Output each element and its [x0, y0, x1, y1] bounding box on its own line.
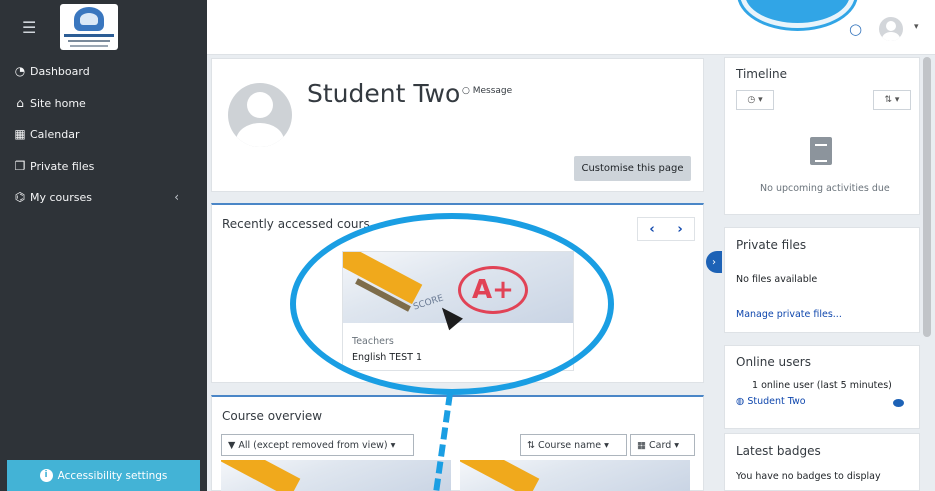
view-label: Card [649, 439, 672, 451]
block-title: Private files [736, 238, 807, 252]
sidebar-item-site-home[interactable]: ⌂ Site home [0, 88, 207, 118]
home-icon: ⌂ [16, 96, 24, 110]
empty-list-icon [810, 137, 832, 165]
block-title: Course overview [222, 409, 323, 423]
menu-icon[interactable]: ☰ [22, 18, 36, 37]
dashboard-icon: ◔ [14, 64, 26, 78]
online-user-link[interactable]: ◍ Student Two [736, 396, 806, 407]
timeline-empty-text: No upcoming activities due [760, 183, 890, 194]
chevron-left-icon[interactable]: ‹ [174, 190, 179, 204]
sidebar-item-label: My courses [30, 190, 92, 204]
sidebar-item-calendar[interactable]: ▦ Calendar [0, 119, 207, 149]
sidebar-item-my-courses[interactable]: ⌬ My courses ‹ [0, 182, 207, 212]
scrollbar[interactable] [923, 57, 931, 337]
sort-dropdown[interactable]: ⇅ Course name ▾ [520, 434, 627, 456]
sidebar-item-label: Dashboard [30, 64, 90, 78]
page-title: Student Two [307, 79, 461, 108]
profile-avatar [228, 83, 292, 147]
accessibility-icon: i [39, 469, 53, 482]
badges-empty-text: You have no badges to display [736, 471, 881, 482]
chevron-right-icon[interactable]: › [666, 218, 694, 240]
course-image[interactable] [221, 460, 451, 491]
site-logo[interactable] [60, 4, 118, 50]
carousel-nav: ‹ › [637, 217, 695, 241]
accessibility-label: Accessibility settings [57, 469, 168, 482]
grid-icon: ▦ [637, 439, 649, 451]
files-icon: ❐ [14, 159, 26, 173]
sidebar-item-private-files[interactable]: ❐ Private files [0, 151, 207, 181]
online-users-summary: 1 online user (last 5 minutes) [752, 380, 892, 391]
highlight-ellipse [290, 213, 614, 395]
messages-icon[interactable]: ○ [849, 20, 862, 38]
customise-page-button[interactable]: Customise this page [574, 156, 691, 181]
block-title: Timeline [736, 67, 788, 81]
calendar-icon: ▦ [14, 127, 26, 141]
online-user-name: Student Two [747, 396, 806, 407]
sidebar-item-label: Private files [30, 159, 95, 173]
manage-files-link[interactable]: Manage private files... [736, 309, 842, 320]
user-avatar[interactable] [879, 17, 903, 41]
private-files-block: Private files No files available Manage … [724, 227, 920, 333]
files-empty-text: No files available [736, 274, 818, 285]
message-label: Message [472, 86, 513, 96]
accessibility-settings-button[interactable]: i Accessibility settings [7, 460, 200, 491]
sidebar-item-label: Site home [30, 96, 86, 110]
message-link[interactable]: ○ Message [462, 86, 512, 96]
sort-icon: ⇅ [527, 439, 538, 451]
course-image[interactable] [460, 460, 690, 491]
block-title: Latest badges [736, 444, 821, 458]
online-users-block: Online users 1 online user (last 5 minut… [724, 345, 920, 429]
timeline-sort-dropdown[interactable]: ⇅ ▾ [873, 90, 911, 110]
block-title: Recently accessed cours [222, 217, 370, 231]
graduation-cap-icon: ⌬ [14, 190, 26, 204]
timeline-filter-dropdown[interactable]: ◷ ▾ [736, 90, 774, 110]
view-dropdown[interactable]: ▦ Card ▾ [630, 434, 695, 456]
top-navbar: ☰ ○ ▾ [0, 0, 935, 55]
eye-icon[interactable] [893, 399, 904, 407]
nav-drawer: ◔ Dashboard ⌂ Site home ▦ Calendar ❐ Pri… [0, 55, 207, 491]
course-overview-block: Course overview ▼ All (except removed fr… [211, 395, 704, 491]
drawer-toggle-button[interactable]: › [706, 251, 722, 273]
profile-header: Student Two ○ Message Customise this pag… [211, 58, 704, 192]
latest-badges-block: Latest badges You have no badges to disp… [724, 433, 920, 491]
filter-label: All (except removed from view) [238, 439, 388, 451]
course-filter-dropdown[interactable]: ▼ All (except removed from view) ▾ [221, 434, 414, 456]
sidebar-item-dashboard[interactable]: ◔ Dashboard [0, 56, 207, 86]
filter-icon: ▼ [228, 439, 239, 451]
highlight-circle [740, 0, 855, 28]
sidebar-item-label: Calendar [30, 127, 80, 141]
chevron-down-icon[interactable]: ▾ [914, 22, 919, 32]
timeline-block: Timeline ◷ ▾ ⇅ ▾ No upcoming activities … [724, 57, 920, 215]
block-title: Online users [736, 355, 811, 369]
chevron-left-icon[interactable]: ‹ [638, 218, 666, 240]
sort-label: Course name [537, 439, 602, 451]
